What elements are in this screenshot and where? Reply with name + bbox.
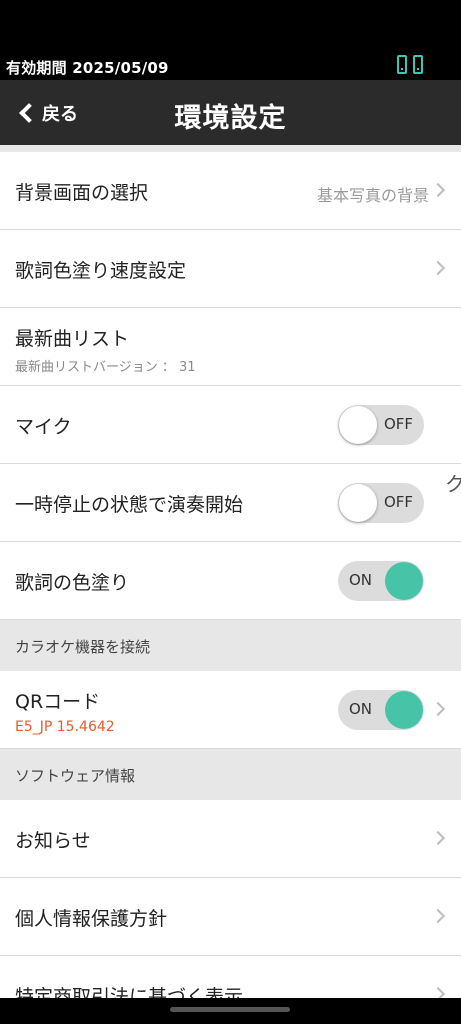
row-label: 個人情報保護方針	[15, 908, 168, 930]
device-id-text: E5_JP 15.4642	[15, 719, 115, 735]
top-divider	[0, 145, 461, 152]
nav-bar: 戻る 環境設定	[0, 80, 461, 145]
pause-start-row: 一時停止の状態で演奏開始 OFF	[0, 464, 461, 542]
home-indicator[interactable]	[170, 1007, 290, 1012]
lyrics-color-row: 歌詞の色塗り ON	[0, 542, 461, 620]
bottom-bar	[0, 998, 461, 1024]
toggle-state: ON	[349, 571, 373, 589]
section-label: ソフトウェア情報	[15, 767, 136, 785]
validity-period-text: 有効期間 2025/05/09	[6, 59, 169, 77]
mic-row: マイク OFF	[0, 386, 461, 464]
chevron-right-icon	[430, 830, 446, 846]
row-label: 歌詞色塗り速度設定	[15, 260, 187, 282]
commercial-law-row[interactable]: 特定商取引法に基づく表示	[0, 956, 461, 998]
pause-start-toggle[interactable]: OFF	[338, 483, 424, 523]
qr-code-row[interactable]: QRコード E5_JP 15.4642 ON	[0, 671, 461, 749]
row-label: 一時停止の状態で演奏開始	[15, 494, 244, 516]
section-header-software: ソフトウェア情報	[0, 749, 461, 800]
chevron-right-icon	[430, 701, 446, 717]
toggle-knob	[339, 406, 377, 444]
mic-toggle[interactable]: OFF	[338, 405, 424, 445]
toggle-knob	[339, 484, 377, 522]
row-label: マイク	[15, 416, 72, 438]
row-label: QRコード	[15, 691, 101, 713]
privacy-policy-row[interactable]: 個人情報保護方針	[0, 878, 461, 956]
toggle-knob	[385, 691, 423, 729]
toggle-state: OFF	[383, 493, 413, 511]
chevron-right-icon	[430, 260, 446, 276]
qr-toggle[interactable]: ON	[338, 690, 424, 730]
toggle-knob	[385, 562, 423, 600]
lyrics-color-toggle[interactable]: ON	[338, 561, 424, 601]
status-bar: 有効期間 2025/05/09	[0, 0, 461, 80]
row-label: 特定商取引法に基づく表示	[15, 986, 244, 998]
background-select-row[interactable]: 背景画面の選択 基本写真の背景	[0, 152, 461, 230]
lyrics-speed-row[interactable]: 歌詞色塗り速度設定	[0, 230, 461, 308]
row-value: 基本写真の背景	[316, 186, 429, 205]
chevron-right-icon	[430, 986, 446, 998]
row-label: 最新曲リスト	[15, 328, 130, 350]
notice-row[interactable]: お知らせ	[0, 800, 461, 878]
settings-list: 背景画面の選択 基本写真の背景 歌詞色塗り速度設定 最新曲リスト 最新曲リストバ…	[0, 145, 461, 998]
toggle-state: OFF	[383, 415, 413, 433]
row-label: 歌詞の色塗り	[15, 572, 130, 594]
section-header-karaoke: カラオケ機器を接続	[0, 620, 461, 671]
list-version-text: 最新曲リストバージョン ： 31	[15, 360, 196, 375]
phone-icon	[413, 55, 423, 74]
edge-glyph: ク	[445, 472, 461, 496]
toggle-state: ON	[349, 700, 373, 718]
row-label: 背景画面の選択	[15, 182, 149, 204]
chevron-right-icon	[430, 908, 446, 924]
device-connection-icons	[397, 55, 423, 74]
phone-icon	[397, 55, 407, 74]
newest-list-row: 最新曲リスト 最新曲リストバージョン ： 31	[0, 308, 461, 386]
section-label: カラオケ機器を接続	[15, 638, 151, 656]
row-label: お知らせ	[15, 830, 91, 852]
chevron-right-icon	[430, 182, 446, 198]
page-title: 環境設定	[174, 103, 287, 134]
